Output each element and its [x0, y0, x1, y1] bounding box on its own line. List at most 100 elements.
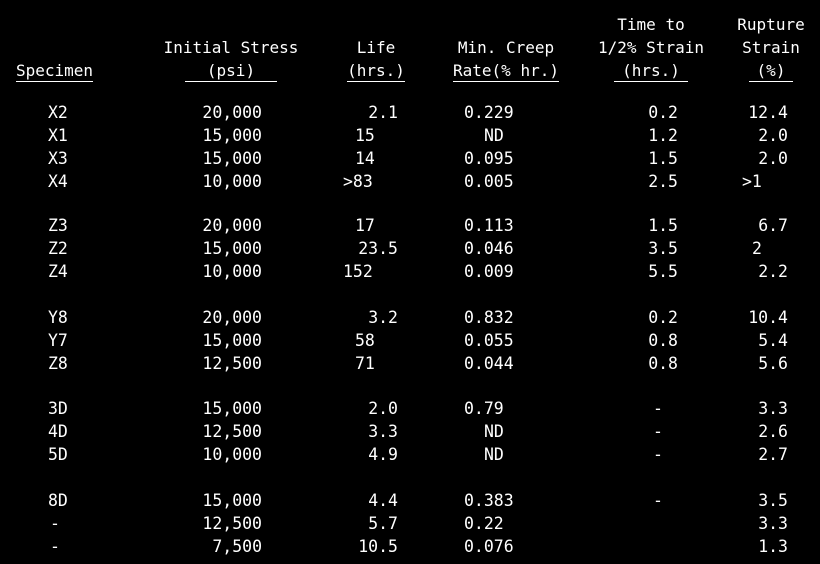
table-row-0-creep: 0.229 — [464, 103, 514, 122]
table-row-0-specimen: X2 — [48, 103, 68, 122]
table-row-3-stress: 10,000 — [202, 172, 262, 191]
table-row-6-rupture: 2.2 — [758, 262, 788, 281]
table-row-12-specimen: 5D — [48, 445, 68, 464]
table-row-11-time: - — [653, 422, 663, 441]
document-page: Specimen Initial Stress (psi) Life (hrs.… — [0, 0, 820, 564]
table-row-0-rupture: 12.4 — [748, 103, 788, 122]
table-row-15-rupture: 1.3 — [758, 537, 788, 556]
table-row-11-stress: 12,500 — [202, 422, 262, 441]
table-row-8-life: 58 — [355, 331, 375, 350]
table-row-2-life: 14 — [355, 149, 375, 168]
table-row-0-stress: 20,000 — [202, 103, 262, 122]
table-row-2-stress: 15,000 — [202, 149, 262, 168]
table-row-3-life: >83 — [343, 172, 373, 191]
header-creep-line3: Rate(% hr.) — [453, 61, 559, 82]
header-creep-line1 — [436, 13, 576, 36]
table-row-3-rupture: >1 — [742, 172, 762, 191]
table-row-1-life: 15 — [355, 126, 375, 145]
table-row-6-life: 152 — [343, 262, 373, 281]
header-time-line3: (hrs.) — [614, 61, 688, 82]
table-row-5-creep: 0.046 — [464, 239, 514, 258]
table-row-12-time: - — [653, 445, 663, 464]
header-stress-line3: (psi) — [184, 61, 278, 82]
table-row-14-creep: 0.22 — [464, 514, 504, 533]
table-row-12-rupture: 2.7 — [758, 445, 788, 464]
table-row-9-specimen: Z8 — [48, 354, 68, 373]
table-row-13-creep: 0.383 — [464, 491, 514, 510]
header-rupture-line3: (%) — [748, 61, 794, 82]
table-row-6-stress: 10,000 — [202, 262, 262, 281]
header-life-line3: (hrs.) — [347, 61, 405, 82]
table-row-15-stress: 7,500 — [212, 537, 262, 556]
header-stress-line1 — [148, 13, 314, 36]
table-row-15-life: 10.5 — [358, 537, 398, 556]
table-row-5-stress: 15,000 — [202, 239, 262, 258]
table-row-11-creep: ND — [484, 422, 504, 441]
table-row-7-time: 0.2 — [648, 308, 678, 327]
table-row-8-creep: 0.055 — [464, 331, 514, 350]
table-row-11-rupture: 2.6 — [758, 422, 788, 441]
header-creep-line2: Min. Creep — [457, 38, 555, 57]
header-specimen-line3: Specimen — [16, 61, 94, 82]
table-row-14-stress: 12,500 — [202, 514, 262, 533]
header-specimen-line1 — [16, 13, 116, 36]
table-row-9-stress: 12,500 — [202, 354, 262, 373]
table-row-10-specimen: 3D — [48, 399, 68, 418]
table-row-7-rupture: 10.4 — [748, 308, 788, 327]
table-row-3-specimen: X4 — [48, 172, 68, 191]
table-row-13-rupture: 3.5 — [758, 491, 788, 510]
header-life-line2: Life — [356, 38, 396, 57]
table-row-0-time: 0.2 — [648, 103, 678, 122]
table-row-9-creep: 0.044 — [464, 354, 514, 373]
table-row-13-time: - — [653, 491, 663, 510]
table-row-13-stress: 15,000 — [202, 491, 262, 510]
table-row-8-rupture: 5.4 — [758, 331, 788, 350]
table-row-14-rupture: 3.3 — [758, 514, 788, 533]
table-row-2-creep: 0.095 — [464, 149, 514, 168]
table-row-10-stress: 15,000 — [202, 399, 262, 418]
table-row-14-life: 5.7 — [368, 514, 398, 533]
table-row-9-rupture: 5.6 — [758, 354, 788, 373]
table-row-7-creep: 0.832 — [464, 308, 514, 327]
table-row-4-life: 17 — [355, 216, 375, 235]
table-row-15-creep: 0.076 — [464, 537, 514, 556]
table-row-2-rupture: 2.0 — [758, 149, 788, 168]
table-row-6-creep: 0.009 — [464, 262, 514, 281]
table-row-1-stress: 15,000 — [202, 126, 262, 145]
table-row-10-rupture: 3.3 — [758, 399, 788, 418]
table-row-12-creep: ND — [484, 445, 504, 464]
table-row-7-specimen: Y8 — [48, 308, 68, 327]
table-row-7-stress: 20,000 — [202, 308, 262, 327]
table-row-6-time: 5.5 — [648, 262, 678, 281]
table-row-13-life: 4.4 — [368, 491, 398, 510]
header-time-line2: 1/2% Strain — [598, 38, 704, 57]
table-row-12-life: 4.9 — [368, 445, 398, 464]
header-initial-stress: Initial Stress (psi) — [148, 13, 314, 82]
header-rupture-line2: Strain — [742, 38, 800, 57]
header-specimen-line2 — [16, 36, 116, 59]
table-row-10-life: 2.0 — [368, 399, 398, 418]
table-row-11-life: 3.3 — [368, 422, 398, 441]
header-rupture-strain: Rupture Strain (%) — [726, 13, 816, 82]
header-min-creep-rate: Min. Creep Rate(% hr.) — [436, 13, 576, 82]
table-row-10-creep: 0.79 — [464, 399, 504, 418]
table-row-4-specimen: Z3 — [48, 216, 68, 235]
table-row-14-specimen: - — [50, 514, 60, 533]
table-row-1-creep: ND — [484, 126, 504, 145]
table-row-8-stress: 15,000 — [202, 331, 262, 350]
header-specimen: Specimen — [16, 13, 116, 82]
table-row-11-specimen: 4D — [48, 422, 68, 441]
header-life: Life (hrs.) — [336, 13, 416, 82]
table-row-6-specimen: Z4 — [48, 262, 68, 281]
table-row-0-life: 2.1 — [368, 103, 398, 122]
table-row-2-specimen: X3 — [48, 149, 68, 168]
header-time-to-half-strain: Time to 1/2% Strain (hrs.) — [586, 13, 716, 82]
table-row-3-time: 2.5 — [648, 172, 678, 191]
table-row-2-time: 1.5 — [648, 149, 678, 168]
table-row-5-specimen: Z2 — [48, 239, 68, 258]
table-row-10-time: - — [653, 399, 663, 418]
table-row-12-stress: 10,000 — [202, 445, 262, 464]
table-row-1-specimen: X1 — [48, 126, 68, 145]
table-row-7-life: 3.2 — [368, 308, 398, 327]
table-row-5-rupture: 2 — [752, 239, 762, 258]
